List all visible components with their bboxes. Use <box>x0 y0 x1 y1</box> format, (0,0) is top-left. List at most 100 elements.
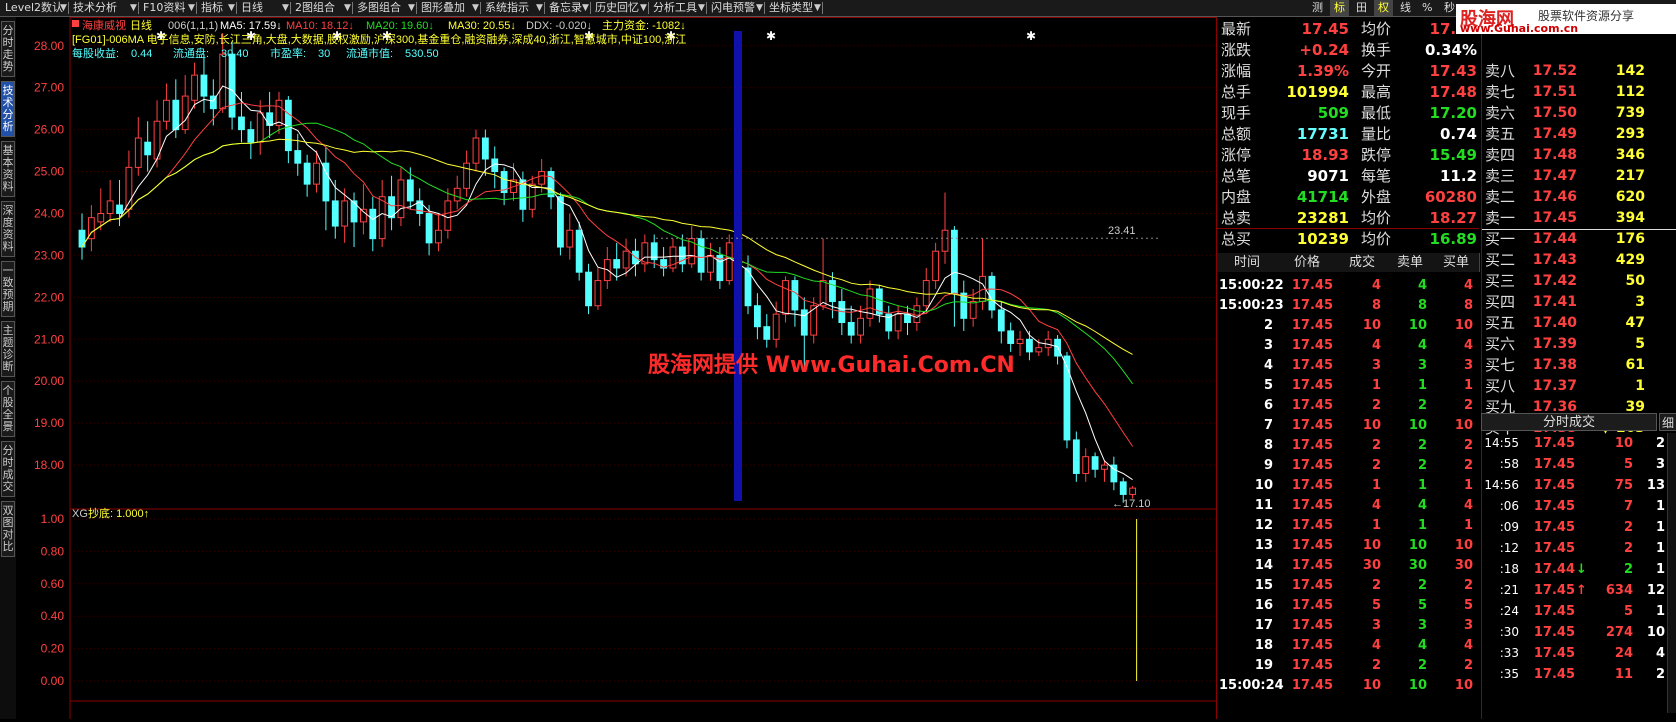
dropdown-arrow-icon[interactable]: ▼ <box>60 0 67 16</box>
left-tab-6[interactable]: 个股全景 <box>1 381 15 437</box>
orderbook-volume: 1 <box>1635 378 1645 394</box>
orderbook-price: 17.39 <box>1532 336 1577 352</box>
dropdown-arrow-icon[interactable]: ▼ <box>536 0 543 16</box>
quote-value: 9071 <box>1307 167 1349 185</box>
dropdown-arrow-icon[interactable]: ▼ <box>698 0 705 16</box>
left-tab-2[interactable]: 基本资料 <box>1 141 15 197</box>
candle-body <box>613 259 621 269</box>
toolbar-right-4[interactable]: 线 <box>1396 0 1415 16</box>
trade-cell: 1 <box>1371 378 1381 393</box>
quote-value: 1.39% <box>1296 62 1349 80</box>
orderbook-volume: 293 <box>1615 126 1645 142</box>
dropdown-arrow-icon[interactable]: ▼ <box>130 0 137 16</box>
trade-cell: 8 <box>1417 298 1427 313</box>
trade-cell: 10 <box>1454 318 1473 333</box>
header-marker-icon <box>72 20 79 27</box>
toolbar-item-0[interactable]: Level2数认 <box>2 0 66 16</box>
toolbar-right-2[interactable]: 田 <box>1352 0 1371 16</box>
dropdown-arrow-icon[interactable]: ▼ <box>814 0 821 16</box>
quote-panel: 最新 17.45 涨跌 +0.24 涨幅 1.39% 总手 101994 现手 509 总额 1773… <box>1216 17 1676 719</box>
dropdown-arrow-icon[interactable]: ▼ <box>344 0 351 16</box>
trade-header-cell[interactable]: 买单 <box>1433 253 1480 272</box>
header-stat-value: 530.50 <box>405 48 439 60</box>
toolbar-item-3[interactable]: 指标 <box>198 0 226 16</box>
orderbook-price: 17.42 <box>1532 273 1577 289</box>
toolbar-right-0[interactable]: 测 <box>1308 0 1327 16</box>
trade-cell: 2 <box>1371 578 1381 593</box>
header-indicator-6: MA30: 20.55↓ <box>448 20 516 32</box>
toolbar-item-10[interactable]: 历史回忆 <box>592 0 642 16</box>
toolbar-right-3[interactable]: 权 <box>1374 0 1393 16</box>
left-tab-1[interactable]: 技术分析 <box>1 81 15 137</box>
tick-panel: 分时成交细 14:55 17.45 10 2:58 17.45 5 3 14:56 17.45 75… <box>1481 413 1676 719</box>
quote-label: 外盘 <box>1361 188 1392 206</box>
toolbar-item-4[interactable]: 日线 <box>238 0 266 16</box>
left-tab-8[interactable]: 双图对比 <box>1 501 15 557</box>
kline-chart-svg[interactable]: 28.00 27.00 26.00 25.00 24.00 23.00 22.00 21.00… <box>16 17 1216 719</box>
toolbar-item-8[interactable]: 系统指示 <box>482 0 532 16</box>
candle-body <box>303 162 311 185</box>
orderbook-volume: 50 <box>1625 273 1645 289</box>
toolbar-item-7[interactable]: 图形叠加 <box>418 0 468 16</box>
indicator-tick-label: 0.00 <box>41 674 65 688</box>
header-indicator-1: 日线 <box>130 18 152 32</box>
candle-body <box>106 200 114 214</box>
trade-header-cell[interactable]: 卖单 <box>1387 253 1434 272</box>
dropdown-arrow-icon[interactable]: ▼ <box>228 0 235 16</box>
quote-label: 最低 <box>1361 104 1392 122</box>
toolbar-item-2[interactable]: F10资料 <box>140 0 188 16</box>
trade-cell: 10 <box>1362 538 1381 553</box>
trade-cell: 3 <box>1263 338 1273 353</box>
left-tab-5[interactable]: 主题诊断 <box>1 321 15 377</box>
dropdown-arrow-icon[interactable]: ▼ <box>472 0 479 16</box>
left-tab-4[interactable]: 一致预期 <box>1 261 15 317</box>
dropdown-arrow-icon[interactable]: ▼ <box>640 0 647 16</box>
highlight-bar <box>734 31 742 501</box>
trade-cell: 2 <box>1417 458 1427 473</box>
candle-body <box>950 229 958 294</box>
candle-body <box>1129 487 1137 495</box>
toolbar-item-12[interactable]: 闪电预警 <box>708 0 758 16</box>
tick-count: 1 <box>1655 499 1665 514</box>
toolbar-item-1[interactable]: 技术分析 <box>70 0 120 16</box>
toolbar-item-11[interactable]: 分析工具 <box>650 0 700 16</box>
header-stat-label: 每股收益: <box>72 46 119 60</box>
quote-value: 10239 <box>1296 230 1349 248</box>
left-tab-7[interactable]: 分时成交 <box>1 441 15 497</box>
price-tick-label: 28.00 <box>34 39 64 53</box>
left-tab-0[interactable]: 分时走势 <box>1 21 15 77</box>
trade-cell: 10 <box>1454 678 1473 693</box>
tick-panel-tab[interactable]: 细 <box>1659 413 1676 431</box>
quote-value: 18.27 <box>1429 209 1477 227</box>
dropdown-arrow-icon[interactable]: ▼ <box>582 0 589 16</box>
candle-body <box>134 137 142 168</box>
tick-time: :33 <box>1499 646 1519 660</box>
orderbook-price: 17.47 <box>1532 168 1577 184</box>
toolbar-item-6[interactable]: 多图组合 <box>354 0 404 16</box>
kline-chart-area[interactable]: 28.00 27.00 26.00 25.00 24.00 23.00 22.00 21.00… <box>16 17 1216 719</box>
toolbar-right-5[interactable]: % <box>1418 0 1436 16</box>
trade-header-cell[interactable]: 时间 <box>1217 253 1278 272</box>
dropdown-arrow-icon[interactable]: ▼ <box>756 0 763 16</box>
trade-cell: 4 <box>1463 638 1473 653</box>
trade-header-cell[interactable]: 价格 <box>1277 253 1338 272</box>
trade-cell: 2 <box>1371 438 1381 453</box>
tick-scrollbar[interactable] <box>1667 433 1676 713</box>
dropdown-arrow-icon[interactable]: ▼ <box>408 0 415 16</box>
quote-label: 最高 <box>1361 83 1392 101</box>
dropdown-arrow-icon[interactable]: ▼ <box>282 0 289 16</box>
dropdown-arrow-icon[interactable]: ▼ <box>188 0 195 16</box>
tick-arrow-icon <box>1576 433 1586 454</box>
tick-count: 1 <box>1655 541 1665 556</box>
toolbar-item-5[interactable]: 2图组合 <box>292 0 338 16</box>
toolbar-item-13[interactable]: 坐标类型 <box>766 0 816 16</box>
candle-body <box>969 301 977 319</box>
candle-body <box>369 208 377 240</box>
price-tick-label: 27.00 <box>34 81 64 95</box>
left-tab-3[interactable]: 深度资料 <box>1 201 15 257</box>
toolbar-item-9[interactable]: 备忘录 <box>546 0 585 16</box>
toolbar-right-1[interactable]: 标 <box>1330 0 1349 16</box>
tick-panel-title[interactable]: 分时成交 <box>1481 413 1657 431</box>
trade-cell: 8 <box>1371 298 1381 313</box>
trade-header-cell[interactable]: 成交 <box>1337 253 1388 272</box>
